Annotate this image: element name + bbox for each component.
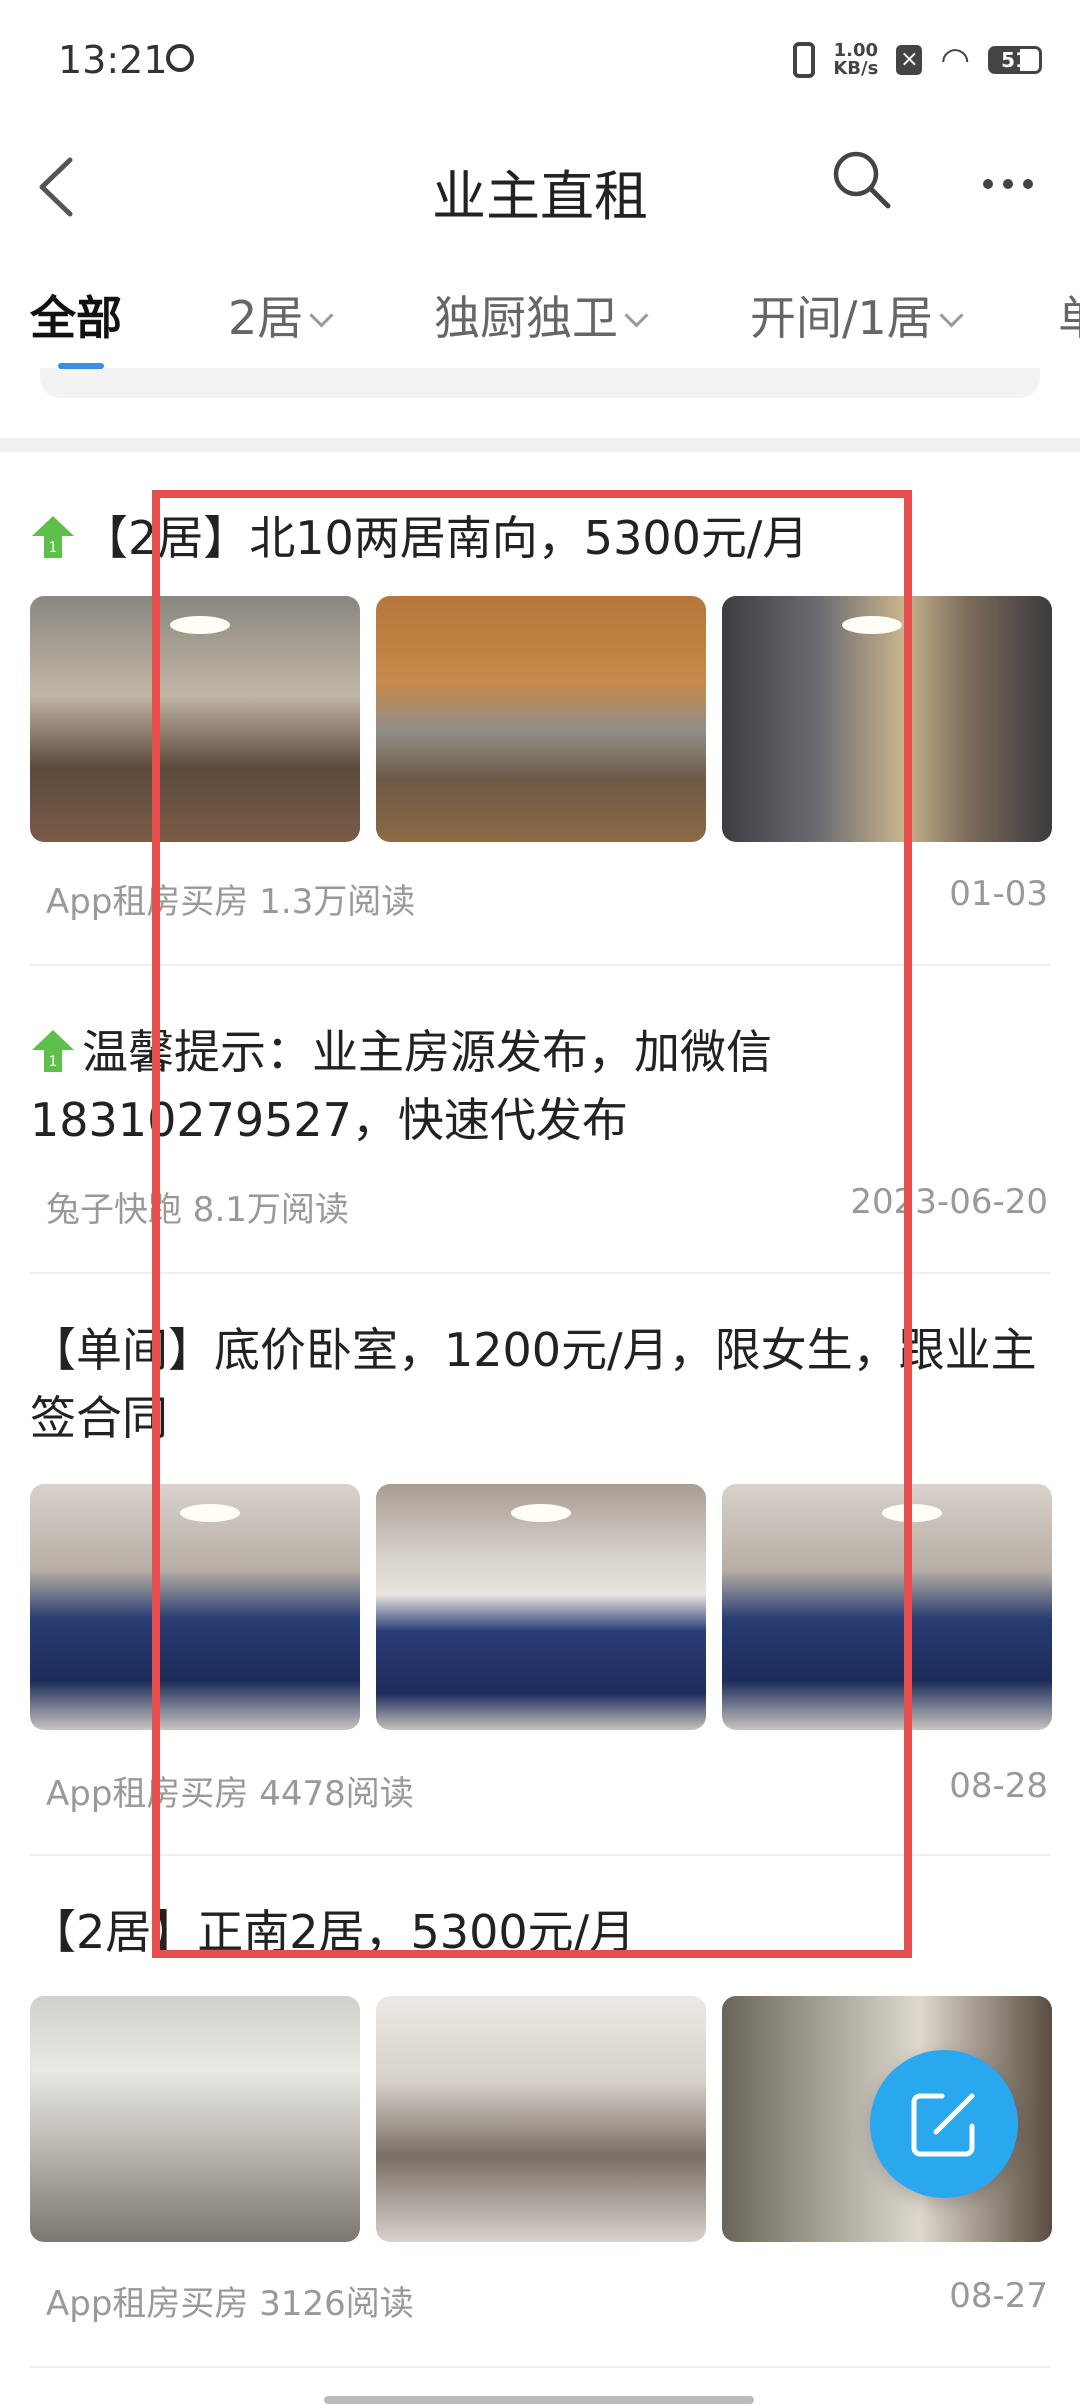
tab-all[interactable]: 全部 — [30, 282, 122, 348]
post-date: 2023-06-20 — [850, 1182, 1048, 1222]
post-title-text: 【2居】北10两居南向，5300元/月 — [82, 511, 809, 565]
tab-studio-1-bedroom-label: 开间/1居 — [750, 291, 933, 345]
tab-studio-1-bedroom[interactable]: 开间/1居 — [750, 282, 964, 348]
more-icon[interactable] — [980, 176, 1036, 192]
page-title: 业主直租 — [432, 165, 648, 228]
thumbnail-row — [30, 596, 1052, 842]
post-source: App租房买房 3126阅读 — [46, 2284, 414, 2324]
listing-photo[interactable] — [30, 1484, 360, 1730]
status-time: 13:21 — [58, 38, 168, 82]
pin-up-icon: 1 — [32, 516, 74, 558]
divider — [30, 2366, 1050, 2368]
svg-text:1: 1 — [49, 1054, 58, 1070]
listing-photo[interactable] — [376, 1996, 706, 2242]
tab-2-bedroom-label: 2居 — [228, 291, 304, 345]
battery-icon: 51 — [988, 46, 1042, 74]
divider — [30, 1272, 1050, 1274]
divider — [30, 964, 1050, 966]
listing-photo[interactable] — [30, 1996, 360, 2242]
tab-single-room[interactable]: 单 — [1058, 282, 1080, 348]
post-title: 【2居】正南2居，5300元/月 — [30, 1905, 636, 1959]
listing-photo[interactable] — [30, 596, 360, 842]
listing-photo[interactable] — [722, 1484, 1052, 1730]
divider — [30, 1854, 1050, 1856]
pin-up-icon: 1 — [32, 1030, 74, 1072]
wifi-icon: ◠ — [940, 40, 970, 80]
post-source: App租房买房 1.3万阅读 — [46, 882, 416, 922]
chevron-down-icon — [624, 303, 649, 328]
tab-2-bedroom[interactable]: 2居 — [228, 282, 334, 348]
post-date: 08-27 — [949, 2276, 1048, 2316]
chevron-down-icon — [309, 303, 334, 328]
home-indicator[interactable] — [324, 2396, 754, 2404]
thumbnail-row — [30, 1484, 1052, 1730]
edit-icon — [911, 2093, 975, 2157]
post-title: 【单间】底价卧室，1200元/月，限女生，跟业主签合同 — [30, 1323, 1037, 1445]
section-divider — [0, 438, 1080, 452]
status-bar: 13:21 1.00 KB/s × ◠ 51 — [0, 0, 1080, 130]
post-source: App租房买房 4478阅读 — [46, 1774, 414, 1814]
chevron-down-icon — [939, 303, 964, 328]
post-title-text: 温馨提示：业主房源发布，加微信18310279527，快速代发布 — [30, 1025, 772, 1147]
post-title: 1 温馨提示：业主房源发布，加微信18310279527，快速代发布 — [30, 1018, 1050, 1154]
no-sim-icon: × — [896, 45, 923, 75]
svg-text:1: 1 — [49, 540, 58, 556]
search-icon[interactable] — [830, 148, 894, 212]
tab-single-room-label: 单 — [1058, 291, 1080, 345]
vibrate-icon — [793, 42, 816, 78]
active-tab-indicator — [58, 363, 104, 369]
listing-photo[interactable] — [376, 1484, 706, 1730]
tab-private-kitchen-bath[interactable]: 独厨独卫 — [434, 282, 649, 348]
listing-photo[interactable] — [376, 596, 706, 842]
tab-private-kitchen-bath-label: 独厨独卫 — [434, 291, 618, 345]
network-speed: 1.00 KB/s — [833, 42, 878, 78]
network-speed-unit: KB/s — [833, 58, 879, 79]
listing-photo[interactable] — [722, 596, 1052, 842]
tabbar-shadow — [40, 368, 1040, 398]
post-date: 08-28 — [949, 1766, 1048, 1806]
post-source: 兔子快跑 8.1万阅读 — [46, 1190, 349, 1230]
app-header: 业主直租 — [0, 130, 1080, 250]
do-not-disturb-icon — [166, 44, 194, 72]
post-date: 01-03 — [949, 874, 1048, 914]
status-icons: 1.00 KB/s × ◠ 51 — [793, 40, 1042, 80]
compose-button[interactable] — [870, 2050, 1018, 2198]
post-title: 1 【2居】北10两居南向，5300元/月 — [30, 504, 1050, 572]
tab-all-label: 全部 — [30, 291, 122, 345]
